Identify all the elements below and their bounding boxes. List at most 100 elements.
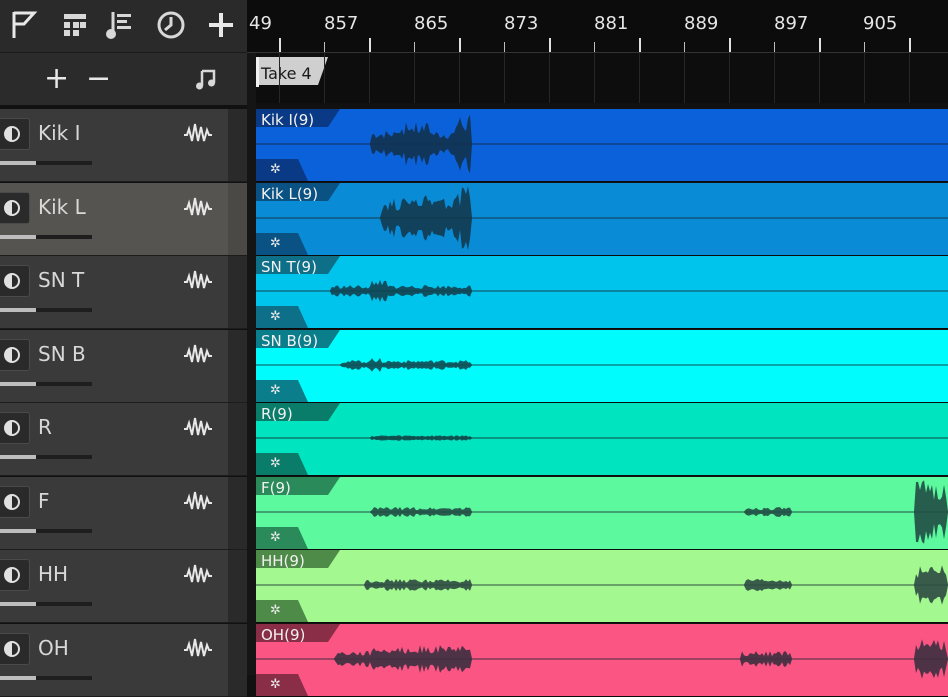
audio-clip[interactable]: Kik I(9) ✲ bbox=[256, 109, 948, 182]
clip-name: SN T(9) bbox=[261, 258, 317, 276]
track-header[interactable]: HH bbox=[0, 550, 228, 623]
ruler-tick bbox=[729, 38, 731, 52]
half-circle-icon bbox=[4, 493, 20, 510]
track-header[interactable]: SN B bbox=[0, 329, 228, 403]
timeline-ruler[interactable]: 49 857 865 873 881 889 897 905 bbox=[247, 0, 948, 53]
ruler-tick bbox=[819, 38, 821, 52]
audio-clip[interactable]: R(9) ✲ bbox=[256, 403, 948, 476]
waveform-icon[interactable] bbox=[183, 415, 213, 439]
volume-fader[interactable] bbox=[0, 381, 92, 386]
volume-fader[interactable] bbox=[0, 528, 92, 533]
clock-icon[interactable] bbox=[154, 8, 188, 42]
ruler-tick bbox=[774, 42, 775, 52]
splitter[interactable] bbox=[247, 0, 256, 675]
audio-clip[interactable]: F(9) ✲ bbox=[256, 476, 948, 550]
volume-fader[interactable] bbox=[0, 455, 92, 459]
monitor-toggle-button[interactable] bbox=[0, 338, 30, 371]
monitor-toggle-button[interactable] bbox=[0, 485, 30, 518]
track-name: SN B bbox=[38, 341, 86, 366]
waveform-icon[interactable] bbox=[183, 342, 213, 366]
ruler-tick bbox=[639, 38, 641, 52]
clip-name: HH(9) bbox=[261, 552, 305, 570]
gear-icon[interactable]: ✲ bbox=[270, 383, 281, 398]
grid-line bbox=[594, 53, 595, 103]
waveform-icon[interactable] bbox=[183, 636, 213, 660]
waveform-icon[interactable] bbox=[183, 268, 213, 292]
clip-name: OH(9) bbox=[261, 625, 306, 644]
add-track-button[interactable]: + bbox=[44, 61, 69, 96]
track-controls-bar: + − bbox=[0, 53, 247, 105]
monitor-toggle-button[interactable] bbox=[0, 265, 30, 297]
audio-clip[interactable]: OH(9) ✲ bbox=[256, 623, 948, 697]
gear-icon[interactable]: ✲ bbox=[270, 309, 281, 324]
flag-icon[interactable] bbox=[8, 8, 42, 42]
clip-name: Kik L(9) bbox=[261, 184, 319, 203]
track-header[interactable]: F bbox=[0, 476, 228, 550]
clip-waveform bbox=[256, 476, 948, 549]
fader-level bbox=[0, 381, 36, 386]
volume-fader[interactable] bbox=[0, 602, 92, 606]
waveform-icon[interactable] bbox=[183, 195, 213, 219]
track-header-gap bbox=[228, 403, 247, 476]
monitor-toggle-button[interactable] bbox=[0, 118, 30, 150]
half-circle-icon bbox=[4, 346, 20, 363]
waveform-icon[interactable] bbox=[183, 121, 213, 145]
audio-clip[interactable]: Kik L(9) ✲ bbox=[256, 182, 948, 256]
volume-fader[interactable] bbox=[0, 234, 92, 239]
grid-line bbox=[414, 53, 415, 103]
clip-waveform bbox=[256, 256, 948, 328]
take-label: Take 4 bbox=[261, 64, 312, 83]
clip-waveform bbox=[256, 623, 948, 696]
track-header[interactable]: R bbox=[0, 403, 228, 476]
track-header-gap bbox=[228, 329, 247, 403]
gear-icon[interactable]: ✲ bbox=[270, 530, 281, 545]
add-icon[interactable] bbox=[204, 8, 238, 42]
gear-icon[interactable]: ✲ bbox=[270, 677, 281, 692]
grid-line bbox=[324, 53, 325, 103]
remove-track-button[interactable]: − bbox=[86, 61, 111, 96]
ruler-tick bbox=[414, 42, 415, 52]
grid-snap-icon[interactable] bbox=[58, 8, 92, 42]
track-name: HH bbox=[38, 562, 69, 586]
grid-line bbox=[369, 53, 370, 103]
gear-icon[interactable]: ✲ bbox=[270, 456, 281, 471]
waveform-icon[interactable] bbox=[183, 489, 213, 513]
track-header-gap bbox=[228, 550, 247, 623]
ruler-tick-label: 881 bbox=[594, 13, 629, 34]
fader-level bbox=[0, 308, 36, 312]
grid-line bbox=[549, 53, 550, 103]
monitor-toggle-button[interactable] bbox=[0, 559, 30, 591]
monitor-toggle-button[interactable] bbox=[0, 412, 30, 444]
track-header[interactable]: SN T bbox=[0, 256, 228, 329]
monitor-toggle-button[interactable] bbox=[0, 191, 30, 224]
ruler-tick bbox=[324, 42, 325, 52]
track-header[interactable]: OH bbox=[0, 623, 228, 697]
half-circle-icon bbox=[4, 567, 20, 583]
clip-waveform bbox=[256, 550, 948, 622]
ruler-tick-label: 865 bbox=[414, 13, 449, 34]
waveform-icon[interactable] bbox=[183, 562, 213, 586]
gear-icon[interactable]: ✲ bbox=[270, 603, 281, 618]
step-sequencer-icon[interactable] bbox=[103, 8, 137, 42]
ruler-tick bbox=[369, 38, 371, 52]
grid-line bbox=[639, 53, 640, 103]
volume-fader[interactable] bbox=[0, 308, 92, 312]
track-header[interactable]: Kik L bbox=[0, 182, 228, 256]
audio-clip[interactable]: SN B(9) ✲ bbox=[256, 329, 948, 403]
grid-line bbox=[909, 53, 910, 103]
take-lane[interactable] bbox=[256, 53, 948, 103]
music-note-icon[interactable] bbox=[194, 67, 218, 91]
audio-clip[interactable]: SN T(9) ✲ bbox=[256, 256, 948, 329]
gear-icon[interactable]: ✲ bbox=[270, 162, 281, 177]
track-header[interactable]: Kik I bbox=[0, 109, 228, 182]
grid-line bbox=[504, 53, 505, 103]
gear-icon[interactable]: ✲ bbox=[270, 236, 281, 251]
volume-fader[interactable] bbox=[0, 161, 92, 165]
fader-level bbox=[0, 455, 36, 459]
monitor-toggle-button[interactable] bbox=[0, 632, 30, 665]
grid-line bbox=[864, 53, 865, 103]
audio-clip[interactable]: HH(9) ✲ bbox=[256, 550, 948, 623]
track-header-gap bbox=[228, 256, 247, 329]
ruler-tick bbox=[459, 38, 461, 52]
volume-fader[interactable] bbox=[0, 675, 92, 680]
